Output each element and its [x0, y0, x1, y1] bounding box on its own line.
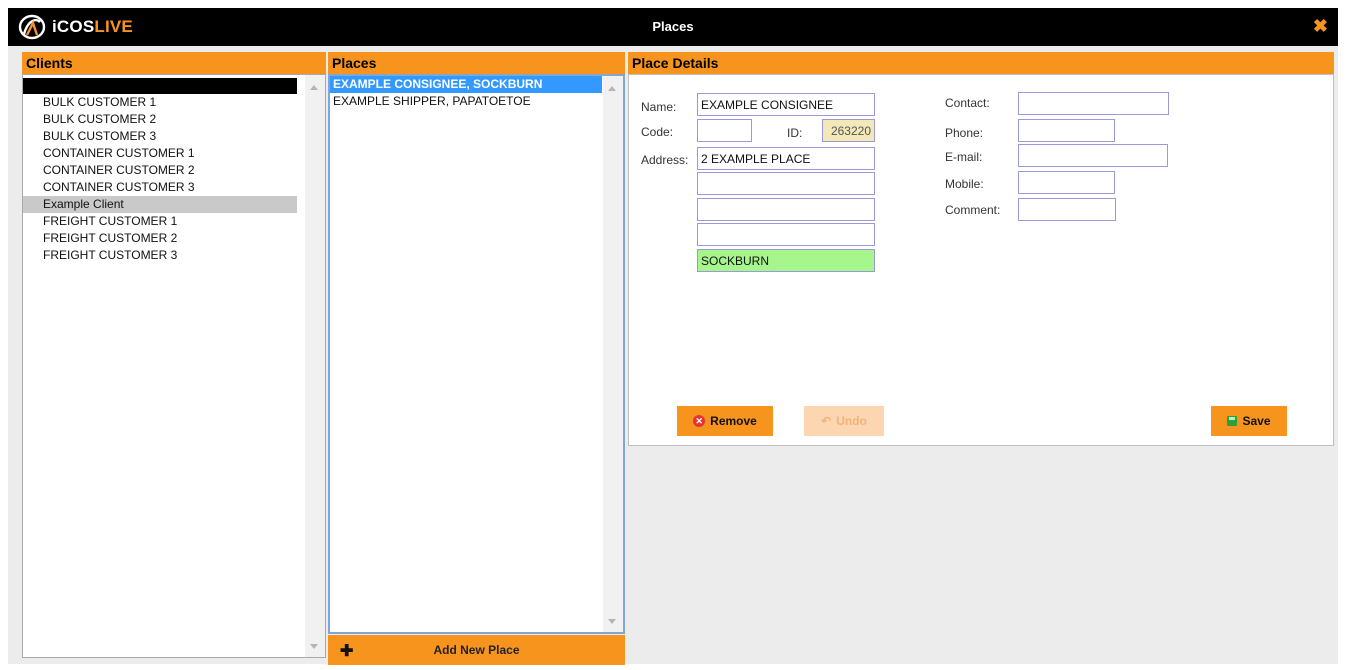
places-panel-header: Places	[328, 52, 625, 74]
client-list-item[interactable]: CONTAINER CUSTOMER 3	[23, 179, 297, 196]
save-icon	[1227, 416, 1238, 426]
client-list-item[interactable]: FREIGHT CUSTOMER 2	[23, 230, 297, 247]
places-window: iCOSLIVE Places ✖ Clients BULK CUSTOMER …	[8, 8, 1338, 665]
comment-field[interactable]	[1018, 198, 1116, 221]
save-button-label: Save	[1242, 414, 1271, 428]
remove-icon: ✕	[693, 415, 706, 427]
address-line-1-field[interactable]	[697, 147, 875, 170]
email-label: E-mail:	[945, 150, 983, 164]
scroll-up-icon[interactable]	[608, 86, 616, 91]
mobile-field[interactable]	[1018, 171, 1115, 194]
clients-panel-header: Clients	[22, 52, 326, 74]
email-field[interactable]	[1018, 144, 1168, 167]
address-line-4-field[interactable]	[697, 223, 875, 246]
place-details-form: Name: Code: ID: Address: Contact: Phone:…	[628, 74, 1334, 446]
clients-list: BULK CUSTOMER 1 BULK CUSTOMER 2 BULK CUSTO…	[23, 75, 297, 657]
client-list-item[interactable]: FREIGHT CUSTOMER 3	[23, 247, 297, 264]
places-list: EXAMPLE CONSIGNEE, SOCKBURN EXAMPLE SHIPP…	[330, 76, 602, 632]
address-line-3-field[interactable]	[697, 198, 875, 221]
add-new-place-label: Add New Place	[433, 643, 520, 657]
client-list-item[interactable]: FREIGHT CUSTOMER 1	[23, 213, 297, 230]
places-list-box: EXAMPLE CONSIGNEE, SOCKBURN EXAMPLE SHIPP…	[328, 74, 625, 634]
address-label: Address:	[641, 153, 689, 167]
undo-button[interactable]: ↶ Undo	[804, 406, 884, 436]
contact-field[interactable]	[1018, 92, 1169, 115]
id-label: ID:	[787, 126, 803, 140]
mobile-label: Mobile:	[945, 177, 984, 191]
scroll-down-icon[interactable]	[608, 619, 616, 624]
client-empty-row[interactable]	[23, 78, 297, 94]
scroll-down-icon[interactable]	[310, 644, 318, 649]
window-title: Places	[652, 19, 694, 34]
contact-label: Contact:	[945, 96, 990, 110]
city-field[interactable]	[697, 249, 875, 272]
title-bar: iCOSLIVE Places ✖	[8, 8, 1338, 46]
client-list-item[interactable]: Example Client	[23, 196, 297, 213]
remove-button-label: Remove	[710, 414, 757, 428]
clients-list-box: BULK CUSTOMER 1 BULK CUSTOMER 2 BULK CUSTO…	[22, 74, 326, 658]
scroll-up-icon[interactable]	[310, 85, 318, 90]
name-label: Name:	[641, 100, 677, 114]
code-label: Code:	[641, 125, 674, 139]
place-list-item[interactable]: EXAMPLE SHIPPER, PAPATOETOE	[330, 93, 602, 110]
places-scrollbar[interactable]	[603, 76, 623, 632]
address-line-2-field[interactable]	[697, 172, 875, 195]
phone-label: Phone:	[945, 126, 984, 140]
name-field[interactable]	[697, 93, 875, 116]
undo-button-label: Undo	[836, 414, 867, 428]
client-list-item[interactable]: BULK CUSTOMER 3	[23, 128, 297, 145]
client-list-item[interactable]: CONTAINER CUSTOMER 1	[23, 145, 297, 162]
client-list-item[interactable]: BULK CUSTOMER 1	[23, 94, 297, 111]
remove-button[interactable]: ✕ Remove	[677, 406, 773, 436]
place-details-header: Place Details	[628, 52, 1334, 74]
id-field	[822, 119, 875, 142]
clients-scrollbar[interactable]	[305, 75, 325, 657]
comment-label: Comment:	[945, 203, 1001, 217]
client-list-item[interactable]: CONTAINER CUSTOMER 2	[23, 162, 297, 179]
add-new-place-button[interactable]: ✚ Add New Place	[328, 635, 625, 665]
save-button[interactable]: Save	[1211, 406, 1287, 436]
undo-icon: ↶	[821, 414, 832, 428]
place-list-item[interactable]: EXAMPLE CONSIGNEE, SOCKBURN	[330, 76, 602, 93]
code-field[interactable]	[697, 119, 752, 142]
close-icon[interactable]: ✖	[1313, 16, 1328, 36]
client-list-item[interactable]: BULK CUSTOMER 2	[23, 111, 297, 128]
phone-field[interactable]	[1018, 119, 1115, 142]
